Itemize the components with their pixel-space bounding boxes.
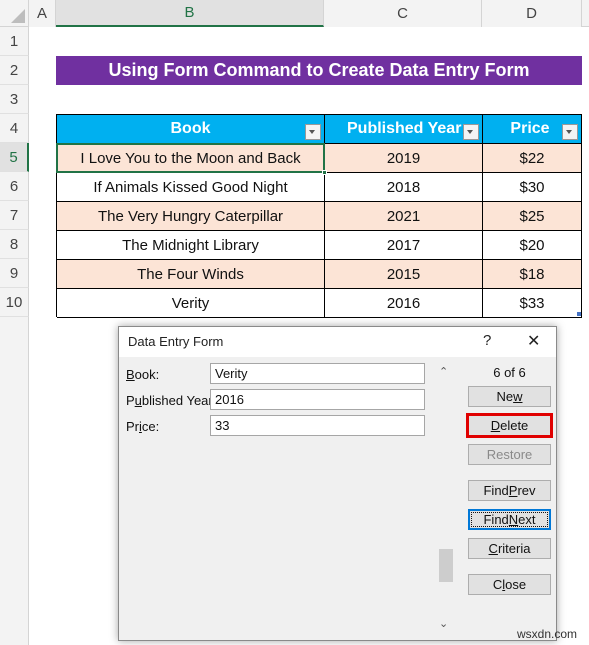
column-header-d[interactable]: D <box>482 0 582 27</box>
data-table: Book Published Year Price I Love You to … <box>56 114 582 318</box>
table-cell[interactable]: The Very Hungry Caterpillar <box>57 202 325 231</box>
book-field[interactable]: Verity <box>210 363 425 384</box>
table-cell[interactable]: $25 <box>483 202 582 231</box>
table-header-book[interactable]: Book <box>57 115 325 144</box>
find-prev-button[interactable]: Find Prev <box>468 480 551 501</box>
table-header-price[interactable]: Price <box>483 115 582 144</box>
published-year-field[interactable]: 2016 <box>210 389 425 410</box>
restore-button[interactable]: Restore <box>468 444 551 465</box>
table-resize-handle[interactable] <box>577 312 581 316</box>
published-year-label: Published Year: <box>126 393 217 408</box>
book-label: Book: <box>126 367 160 382</box>
watermark: wsxdn.com <box>517 627 578 641</box>
row-header-3[interactable]: 3 <box>0 85 29 114</box>
table-cell[interactable]: $18 <box>483 260 582 289</box>
row-header-4[interactable]: 4 <box>0 114 29 143</box>
table-cell[interactable]: The Four Winds <box>57 260 325 289</box>
price-label: Price: <box>126 419 160 434</box>
record-counter: 6 of 6 <box>493 365 526 380</box>
header-label: Published Year <box>347 120 462 137</box>
table-cell[interactable]: 2019 <box>325 144 483 173</box>
table-cell[interactable]: $30 <box>483 173 582 202</box>
data-entry-form-dialog: Data Entry Form ? ✕ Book: Verity Publish… <box>118 326 557 641</box>
close-button[interactable]: Cl ose <box>468 574 551 595</box>
criteria-button[interactable]: Criteria <box>468 538 551 559</box>
table-cell[interactable]: The Midnight Library <box>57 231 325 260</box>
table-cell[interactable]: 2017 <box>325 231 483 260</box>
row-header-6[interactable]: 6 <box>0 172 29 201</box>
close-icon[interactable]: ✕ <box>527 331 540 351</box>
record-scrollbar[interactable]: ⌃ ⌄ <box>437 363 454 635</box>
active-cell-selection <box>56 143 325 173</box>
filter-dropdown-icon[interactable] <box>463 124 479 140</box>
table-cell[interactable]: $22 <box>483 144 582 173</box>
table-header-year[interactable]: Published Year <box>325 115 483 144</box>
header-label: Price <box>510 120 550 137</box>
new-button[interactable]: Ne w <box>468 386 551 407</box>
table-cell[interactable]: 2021 <box>325 202 483 231</box>
header-label: Book <box>170 120 211 137</box>
select-all-corner[interactable] <box>0 0 29 27</box>
table-cell[interactable]: 2015 <box>325 260 483 289</box>
row-header-empty <box>0 317 29 645</box>
column-header-a[interactable]: A <box>29 0 56 27</box>
table-cell[interactable]: 2018 <box>325 173 483 202</box>
dialog-title: Data Entry Form <box>128 334 224 349</box>
row-header-10[interactable]: 10 <box>0 288 29 317</box>
column-header-c[interactable]: C <box>324 0 482 27</box>
find-next-button[interactable]: Find Next <box>468 509 551 530</box>
table-cell[interactable]: $33 <box>483 289 582 318</box>
price-field[interactable]: 33 <box>210 415 425 436</box>
row-header-8[interactable]: 8 <box>0 230 29 259</box>
row-header-7[interactable]: 7 <box>0 201 29 230</box>
fill-handle[interactable] <box>322 170 327 175</box>
row-header-5[interactable]: 5 <box>0 143 29 172</box>
scroll-down-icon[interactable]: ⌄ <box>439 617 448 630</box>
filter-dropdown-icon[interactable] <box>305 124 321 140</box>
table-cell[interactable]: $20 <box>483 231 582 260</box>
scroll-thumb[interactable] <box>439 549 453 582</box>
row-header-1[interactable]: 1 <box>0 27 29 56</box>
sheet-title: Using Form Command to Create Data Entry … <box>56 56 582 85</box>
filter-dropdown-icon[interactable] <box>562 124 578 140</box>
table-cell[interactable]: 2016 <box>325 289 483 318</box>
column-header-b[interactable]: B <box>56 0 324 27</box>
table-cell[interactable]: If Animals Kissed Good Night <box>57 173 325 202</box>
delete-highlight-box <box>466 413 553 438</box>
row-header-9[interactable]: 9 <box>0 259 29 288</box>
scroll-up-icon[interactable]: ⌃ <box>439 365 448 378</box>
dialog-title-bar[interactable]: Data Entry Form ? ✕ <box>119 327 556 357</box>
table-cell[interactable]: Verity <box>57 289 325 318</box>
row-header-2[interactable]: 2 <box>0 56 29 85</box>
help-button[interactable]: ? <box>483 332 491 349</box>
